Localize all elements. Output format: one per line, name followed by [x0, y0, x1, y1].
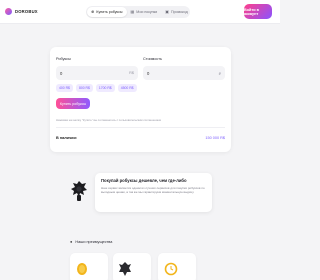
buy-robux-button[interactable]: Купить робуксы: [56, 98, 90, 109]
stock-value-text: 150 000 R$: [205, 136, 225, 140]
advantages-heading: ● Наши преимущества: [70, 239, 112, 244]
tab-promocode-label: Промокод: [170, 10, 188, 14]
tab-my-purchases-label: Мои покупки: [136, 10, 158, 14]
ticket-icon: ▣: [165, 9, 169, 14]
price-field[interactable]: ₽: [143, 66, 225, 80]
preset-chip[interactable]: 400 R$: [56, 84, 73, 92]
advantage-card-coin: [70, 253, 108, 280]
promo-title: Покупай робуксы дешевле, чем где-либо: [101, 178, 187, 183]
agreement-note: Нажимая на кнопку "Купить" вы соглашаете…: [56, 118, 161, 122]
logo-text: DOROBUX: [15, 9, 38, 14]
clock-icon: [164, 262, 178, 276]
pin-icon: ●: [70, 239, 73, 244]
price-label: Стоимость: [143, 57, 163, 61]
tab-my-purchases[interactable]: ▦ Мои покупки: [127, 7, 162, 17]
robux-input[interactable]: [60, 70, 120, 76]
price-unit: ₽: [218, 71, 221, 76]
preset-chip[interactable]: 4500 R$: [117, 84, 137, 92]
tab-promocode[interactable]: ▣ Промокод: [161, 7, 191, 17]
stock-label: В наличии:: [56, 136, 78, 140]
divider: [56, 127, 225, 128]
cart-icon: ⊕: [91, 9, 95, 14]
top-bar: DOROBUX ⊕ Купить робуксы ▦ Мои покупки ▣…: [0, 0, 280, 24]
robux-label: Робуксы: [56, 57, 71, 61]
list-icon: ▦: [130, 9, 135, 14]
robux-unit: R$: [129, 71, 134, 75]
character-illustration: [71, 181, 87, 201]
preset-chip[interactable]: 800 R$: [75, 84, 93, 92]
promo-text: Наш сервис является одним из лучших серв…: [101, 186, 205, 195]
logo-icon: [5, 8, 12, 15]
logo[interactable]: DOROBUX: [5, 8, 38, 15]
preset-chip[interactable]: 1700 R$: [95, 84, 115, 92]
coin-icon: [77, 263, 87, 275]
character-icon: [119, 262, 131, 276]
purchase-card: Робуксы R$ Стоимость ₽ 400 R$ 800 R$ 170…: [50, 47, 231, 152]
main-nav: ⊕ Купить робуксы ▦ Мои покупки ▣ Промоко…: [86, 6, 190, 18]
advantage-card-clock: [158, 253, 196, 280]
price-input[interactable]: [147, 70, 207, 76]
advantage-card-character: [113, 253, 151, 280]
stock-value: 150 000 R$: [205, 136, 225, 140]
robux-field[interactable]: R$: [56, 66, 138, 80]
advantages-title: Наши преимущества: [75, 239, 113, 244]
promo-card: Покупай робуксы дешевле, чем где-либо На…: [95, 173, 212, 212]
preset-chips: 400 R$ 800 R$ 1700 R$ 4500 R$: [56, 84, 137, 92]
signin-button[interactable]: Войти в аккаунт: [244, 4, 272, 19]
tab-buy-robux[interactable]: ⊕ Купить робуксы: [87, 7, 127, 17]
tab-buy-robux-label: Купить робуксы: [96, 10, 123, 14]
